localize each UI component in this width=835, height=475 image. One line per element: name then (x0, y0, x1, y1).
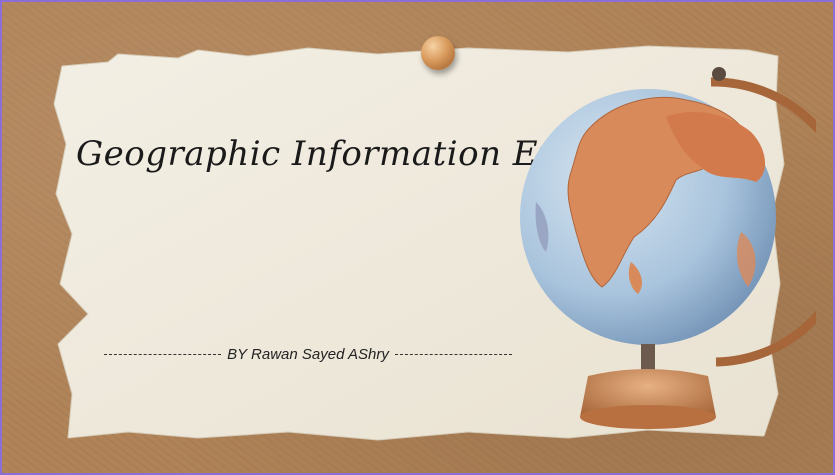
globe-icon (516, 62, 833, 462)
right-dash-divider (394, 354, 513, 355)
left-dash-divider (104, 354, 222, 355)
author-text: BY Rawan Sayed AShry (227, 346, 389, 363)
slide-title: Geographic Information Expert (76, 134, 632, 174)
byline: BY Rawan Sayed AShry (98, 346, 518, 363)
push-pin-icon (421, 36, 455, 70)
slide-canvas: Geographic Information Expert BY Rawan S… (0, 0, 835, 475)
